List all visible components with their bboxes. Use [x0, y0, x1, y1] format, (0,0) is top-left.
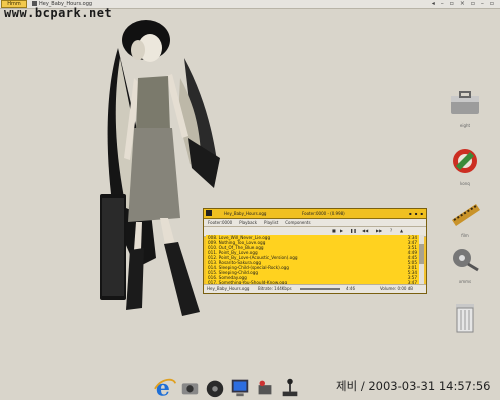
desktop-icon-label: film [461, 233, 469, 238]
player-menubar: Footer:0000 Playback Playlist Components [204, 219, 426, 227]
desktop-icon-trash[interactable] [440, 300, 490, 338]
playlist-scrollbar[interactable] [419, 235, 424, 286]
status-volume: Volume: 0:00 dB [380, 286, 414, 291]
browser-e-icon[interactable]: e [154, 376, 176, 398]
desktop-icon-briefcase[interactable]: eight [440, 88, 490, 128]
system-tray: ◂ – ▫ × ▫ – ▫ [432, 0, 494, 8]
status-track: Hey_Baby_Hours.ogg [207, 286, 250, 291]
window-title: Hey_Baby_Hours.ogg [224, 211, 267, 216]
monitor-icon[interactable] [229, 376, 251, 398]
status-time: 4:46 [346, 286, 355, 291]
minimize-icon[interactable]: ▪ [409, 209, 412, 218]
maximize-icon[interactable]: ▫ [490, 0, 494, 8]
bottom-dock: e [154, 370, 301, 398]
network-icon[interactable] [254, 376, 276, 398]
cd-icon[interactable] [204, 376, 226, 398]
browser-icon [453, 149, 477, 173]
open-button[interactable]: ▲ [400, 228, 403, 233]
trash-icon [456, 304, 474, 333]
seek-bar[interactable] [300, 288, 340, 290]
play-button[interactable]: ▶ [340, 228, 343, 233]
desktop-icon-label: eight [459, 123, 471, 128]
clock: 제비 / 2003-03-31 14:57:56 [336, 379, 491, 393]
menu-file[interactable]: Footer:0000 [208, 219, 232, 226]
camera-icon[interactable] [179, 376, 201, 398]
speaker-icon[interactable]: ◂ [432, 0, 435, 8]
next-button[interactable]: ▶▶ [376, 228, 382, 233]
desktop-icon-browser[interactable]: konq [440, 146, 490, 186]
minimize-icon[interactable]: – [441, 0, 444, 8]
app-icon [206, 210, 212, 216]
close-icon[interactable]: × [460, 0, 465, 8]
status-bitrate: Bitrate: 144Kbps [258, 286, 292, 291]
playlist[interactable]: 008. Love_Will_Never_Lie.ogg 3:34 009. Not… [206, 235, 420, 286]
briefcase-icon [451, 91, 479, 114]
player-statusbar: Hey_Baby_Hours.ogg Bitrate: 144Kbps 4:46… [204, 284, 426, 293]
menu-playback[interactable]: Playback [239, 219, 257, 226]
stop-button[interactable]: ■ [332, 228, 336, 233]
menu-components[interactable]: Components [285, 219, 310, 226]
pause-button[interactable]: ❚❚ [350, 228, 357, 233]
window-subtitle: Footer:0000 - (0.998) [302, 211, 345, 216]
film-reel-icon [453, 249, 479, 272]
maximize-icon[interactable]: ▪ [415, 209, 418, 218]
close-icon[interactable]: ▪ [420, 209, 423, 218]
prev-button[interactable]: ◀◀ [362, 228, 368, 233]
player-titlebar[interactable]: Hey_Baby_Hours.ogg Footer:0000 - (0.998)… [204, 209, 426, 219]
media-player-window: Hey_Baby_Hours.ogg Footer:0000 - (0.998)… [203, 208, 427, 294]
desktop-icon-film[interactable]: film [440, 198, 490, 238]
menu-playlist[interactable]: Playlist [264, 219, 278, 226]
desktop-icon-xmms[interactable]: xmms [440, 246, 490, 284]
film-icon [452, 204, 480, 226]
scrollbar-thumb[interactable] [419, 244, 424, 264]
desktop-icon-label: xmms [458, 279, 472, 284]
desktop-icon-label: konq [460, 181, 470, 186]
restore-icon[interactable]: ▫ [471, 0, 475, 8]
random-button[interactable]: ? [390, 228, 392, 233]
joystick-icon[interactable] [279, 376, 301, 398]
minimize-icon[interactable]: – [481, 0, 484, 8]
maximize-icon[interactable]: ▫ [450, 0, 454, 8]
